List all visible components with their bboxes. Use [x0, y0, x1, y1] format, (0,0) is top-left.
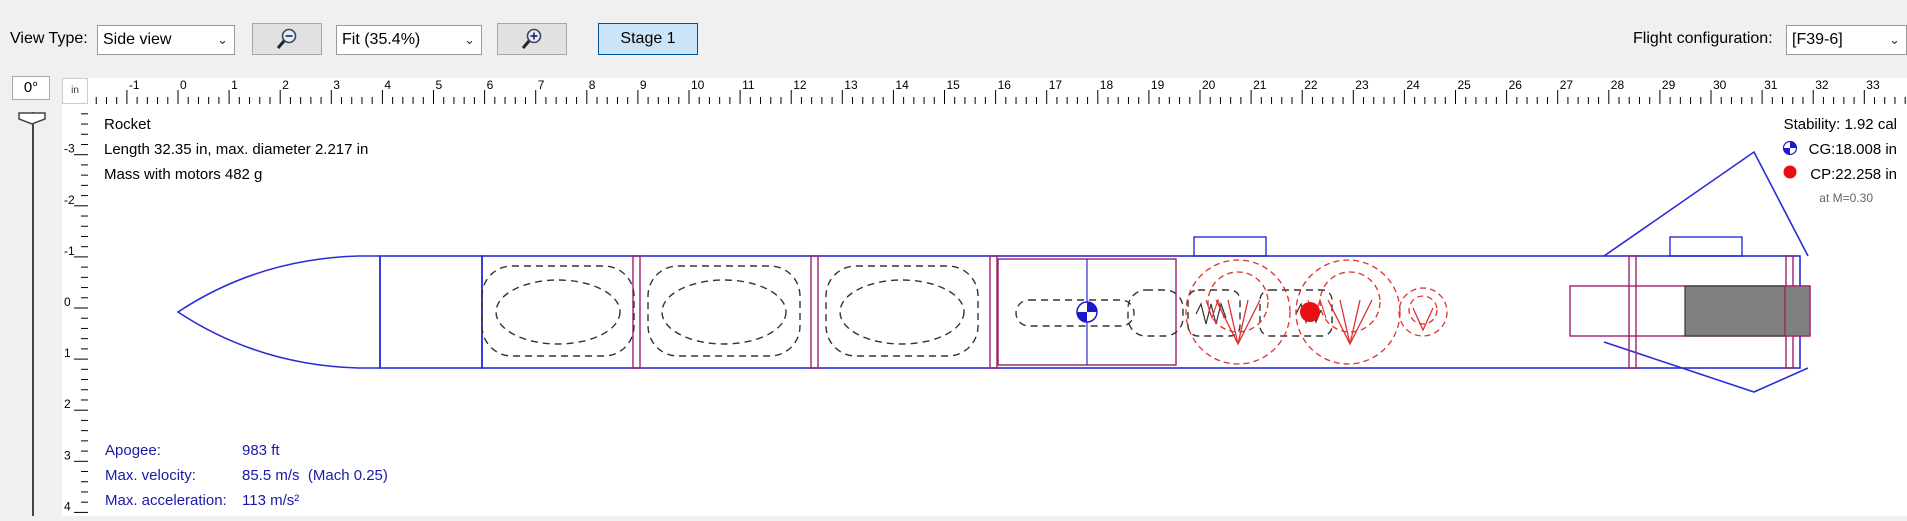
ruler-label: 13 [844, 78, 858, 92]
rocket-dimensions: Length 32.35 in, max. diameter 2.217 in [104, 141, 369, 158]
magnifier-minus-icon [276, 28, 297, 49]
ruler-label: 19 [1151, 78, 1165, 92]
ruler-label: 1 [64, 346, 71, 360]
zoom-out-button[interactable] [252, 23, 322, 55]
launch-lug-rear [1669, 236, 1743, 257]
mach-note: at M=0.30 [1819, 191, 1873, 205]
rotation-slider-thumb[interactable] [17, 111, 47, 125]
rotation-slider-track[interactable] [32, 112, 34, 516]
cg-readout: CG:18.008 in [1808, 141, 1897, 158]
ruler-label: 31 [1764, 78, 1778, 92]
nose-cone [176, 255, 381, 369]
ruler-label: 29 [1662, 78, 1676, 92]
stage-1-button[interactable]: Stage 1 [598, 23, 698, 55]
ruler-label: -1 [64, 244, 75, 258]
ruler-label: 1 [231, 78, 238, 92]
ruler-label: 15 [947, 78, 961, 92]
ruler-label: 9 [640, 78, 647, 92]
magnifier-plus-icon [521, 28, 542, 49]
ruler-label: 18 [1100, 78, 1114, 92]
flight-config-value: [F39-6] [1792, 31, 1843, 48]
cg-marker [1076, 301, 1098, 323]
ruler-label: 4 [64, 499, 71, 513]
ruler-label: 10 [691, 78, 705, 92]
chevron-down-icon: ⌄ [464, 32, 475, 47]
ruler-unit: in [62, 78, 88, 104]
ruler-label: 7 [538, 78, 545, 92]
acceleration-value: 113 m/s² [242, 492, 300, 509]
ruler-label: 2 [282, 78, 289, 92]
fin-bottom [1603, 341, 1809, 393]
ruler-label: 22 [1304, 78, 1318, 92]
velocity-label: Max. velocity: [105, 467, 196, 484]
ruler-label: 17 [1049, 78, 1063, 92]
ruler-label: 21 [1253, 78, 1267, 92]
launch-lug-front [1193, 236, 1267, 257]
ruler-label: 3 [333, 78, 340, 92]
ruler-label: 16 [998, 78, 1012, 92]
rocket-canvas[interactable]: Rocket Length 32.35 in, max. diameter 2.… [88, 104, 1907, 516]
ruler-vertical: -3 -2 -1 0 1 2 3 4 [62, 104, 89, 516]
apogee-value: 983 ft [242, 442, 280, 459]
ruler-label: 2 [64, 397, 71, 411]
motor-rear [1784, 285, 1811, 337]
ruler-horizontal: -1 0 1 2 3 4 5 6 7 8 9 10 11 12 13 14 15 16 17 18 19 20 21 22 23… [88, 78, 1907, 105]
ruler-label: 11 [742, 78, 755, 92]
rocket-figure[interactable] [88, 104, 1907, 516]
ruler-label: 20 [1202, 78, 1216, 92]
body-tube [481, 255, 1801, 369]
cp-marker [1300, 302, 1320, 322]
stability-readout: Stability: 1.92 cal [1784, 116, 1897, 133]
cp-readout: CP:22.258 in [1810, 166, 1897, 183]
parachute-lines [1215, 299, 1434, 346]
flight-config-label: Flight configuration: [1633, 30, 1773, 47]
ruler-label: 3 [64, 448, 71, 462]
toolbar: View Type: Side view ⌄ Fit (35.4%) ⌄ Sta… [0, 0, 1907, 78]
view-type-select[interactable]: Side view ⌄ [97, 25, 235, 55]
cg-legend-icon [1782, 140, 1798, 156]
ruler-label: 32 [1815, 78, 1829, 92]
cp-legend-icon [1783, 165, 1797, 179]
chevron-down-icon: ⌄ [1889, 32, 1900, 47]
ruler-label: 4 [384, 78, 391, 92]
ruler-label: 5 [436, 78, 443, 92]
ruler-label: 6 [487, 78, 494, 92]
ruler-label: 30 [1713, 78, 1727, 92]
zoom-value: Fit (35.4%) [342, 31, 421, 48]
ruler-label: -3 [64, 142, 75, 156]
ruler-label: 12 [793, 78, 807, 92]
ruler-label: 27 [1560, 78, 1574, 92]
zoom-select[interactable]: Fit (35.4%) ⌄ [336, 25, 482, 55]
ruler-label: -1 [129, 78, 140, 92]
ruler-label: -2 [64, 193, 75, 207]
mass-components [481, 265, 1333, 357]
ruler-label: 23 [1355, 78, 1369, 92]
ruler-label: 25 [1458, 78, 1472, 92]
ruler-label: 28 [1611, 78, 1625, 92]
rocket-name: Rocket [104, 116, 151, 133]
stability-value: 1.92 cal [1844, 116, 1897, 133]
ruler-label: 14 [895, 78, 909, 92]
ruler-label: 33 [1866, 78, 1880, 92]
velocity-value: 85.5 m/s (Mach 0.25) [242, 467, 388, 484]
apogee-label: Apogee: [105, 442, 161, 459]
ruler-label: 24 [1406, 78, 1420, 92]
rocket-mass: Mass with motors 482 g [104, 166, 263, 183]
view-type-value: Side view [103, 31, 172, 48]
ruler-label: 26 [1509, 78, 1523, 92]
chevron-down-icon: ⌄ [217, 32, 228, 47]
zoom-in-button[interactable] [497, 23, 567, 55]
nose-shoulder [379, 255, 483, 369]
ruler-label: 0 [64, 295, 71, 309]
fin-top [1603, 150, 1809, 257]
acceleration-label: Max. acceleration: [105, 492, 227, 509]
flight-config-select[interactable]: [F39-6] ⌄ [1786, 25, 1907, 55]
motor [1684, 285, 1786, 337]
stability-label: Stability: [1783, 116, 1841, 133]
view-type-label: View Type: [10, 30, 88, 47]
ruler-label: 0 [180, 78, 187, 92]
ruler-label: 8 [589, 78, 596, 92]
rotation-angle-field[interactable]: 0° [12, 76, 50, 100]
